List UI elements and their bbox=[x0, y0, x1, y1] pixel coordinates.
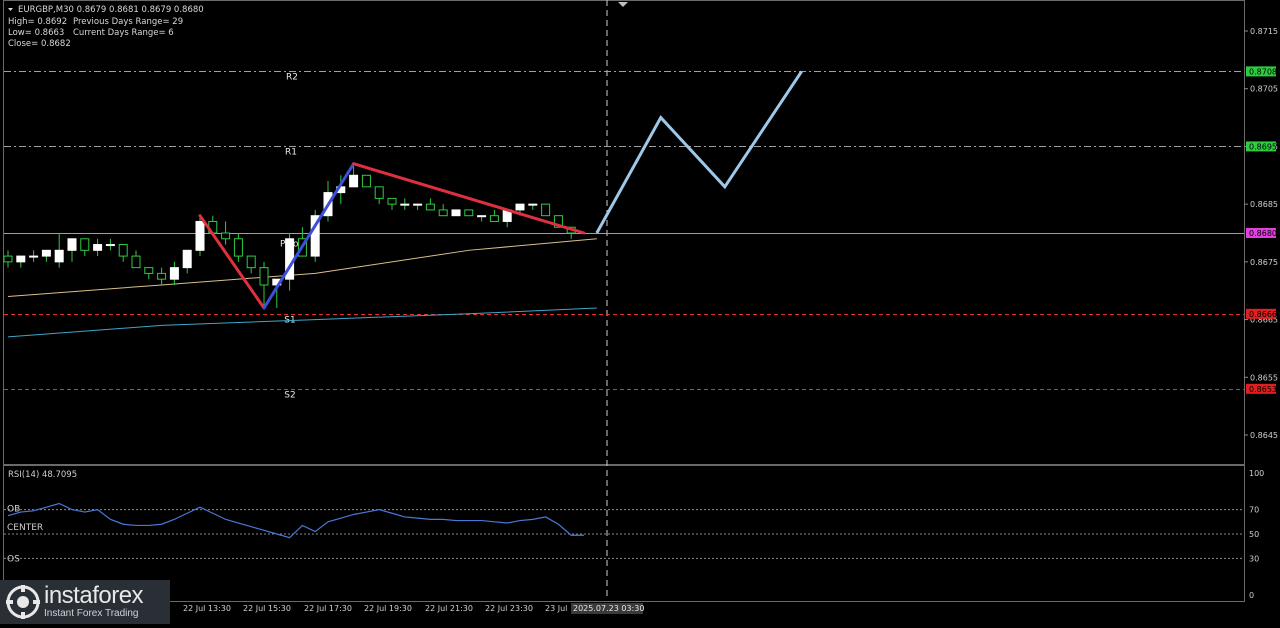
candle-body bbox=[489, 215, 499, 222]
candle-body bbox=[374, 186, 384, 199]
logo-text: instaforex Instant Forex Trading bbox=[44, 582, 144, 620]
candle-body bbox=[67, 238, 77, 251]
cursor-marker-icon bbox=[618, 2, 628, 7]
rsi-level-label-center: CENTER bbox=[7, 523, 43, 533]
time-tick-label: 22 Jul 19:30 bbox=[364, 604, 412, 613]
low-label: Low= 0.8663 bbox=[8, 28, 64, 38]
chart-header: EURGBP,M30 0.8679 0.8681 0.8679 0.8680 H… bbox=[8, 5, 204, 49]
instaforex-logo: instaforex Instant Forex Trading bbox=[0, 580, 170, 624]
rsi-tick-label: 50 bbox=[1249, 530, 1259, 539]
forecast-path bbox=[595, 70, 803, 234]
rsi-tick-label: 30 bbox=[1249, 554, 1259, 563]
price-tick-label: 0.8645 bbox=[1250, 431, 1278, 440]
zigzag-up-line bbox=[262, 162, 356, 310]
candle-body bbox=[515, 203, 525, 211]
candle-body bbox=[93, 244, 103, 251]
candle-body bbox=[387, 197, 397, 205]
candle-body bbox=[169, 267, 179, 280]
symbol-info: EURGBP,M30 0.8679 0.8681 0.8679 0.8680 bbox=[18, 5, 204, 15]
time-tick-label: 22 Jul 15:30 bbox=[243, 604, 291, 613]
rsi-panel: RSI(14) 48.7095OBCENTEROS1007050300 bbox=[4, 469, 1264, 600]
candle-body bbox=[233, 238, 243, 257]
candle-body bbox=[246, 255, 256, 269]
candle-body bbox=[182, 249, 192, 269]
time-cursor-label: 2025.07.23 03:30 bbox=[573, 604, 644, 613]
price-tag-text-r1: 0.8695 bbox=[1249, 142, 1277, 151]
pivot-label-s2: S2 bbox=[284, 391, 295, 401]
candle-body bbox=[477, 215, 487, 218]
prev-range-label: Previous Days Range= 29 bbox=[73, 17, 183, 27]
symbol-dropdown-icon[interactable] bbox=[8, 8, 13, 11]
candle-body bbox=[41, 249, 51, 257]
rsi-level-label-os: OS bbox=[7, 554, 20, 564]
candle-body bbox=[451, 209, 461, 217]
price-tick-label: 0.8655 bbox=[1250, 373, 1278, 382]
trading-chart[interactable]: EURGBP,M30 0.8679 0.8681 0.8679 0.8680 H… bbox=[0, 0, 1280, 624]
candle-body bbox=[425, 203, 435, 211]
current-range-label: Current Days Range= 6 bbox=[73, 28, 174, 38]
candle-body bbox=[118, 244, 128, 257]
price-tag-text-pivot: 0.8680 bbox=[1249, 229, 1277, 238]
candle-body bbox=[54, 249, 64, 263]
zigzag-lines bbox=[198, 162, 586, 310]
time-axis: 022 Jul 13:3022 Jul 15:3022 Jul 17:3022 … bbox=[163, 603, 644, 614]
time-tick-label: 22 Jul 17:30 bbox=[304, 604, 352, 613]
time-tick-label: 22 Jul 21:30 bbox=[425, 604, 473, 613]
price-tag-text-s1: 0.8666 bbox=[1249, 310, 1277, 319]
price-axis: 0.87150.87050.86950.86850.86750.86650.86… bbox=[1244, 27, 1278, 440]
time-tick-label: 22 Jul 23:30 bbox=[485, 604, 533, 613]
rsi-title: RSI(14) 48.7095 bbox=[8, 470, 77, 480]
time-tick-label: 23 Jul bbox=[545, 604, 567, 613]
price-tag-text-s2: 0.8653 bbox=[1249, 385, 1277, 394]
logo-brand: instaforex bbox=[44, 582, 144, 609]
ma-slow-line bbox=[7, 307, 597, 338]
candle-body bbox=[29, 255, 39, 258]
time-tick-label: 22 Jul 13:30 bbox=[183, 604, 231, 613]
candle-body bbox=[105, 244, 115, 247]
price-tick-label: 0.8675 bbox=[1250, 258, 1278, 267]
high-label: High= 0.8692 bbox=[8, 17, 67, 27]
candles bbox=[3, 163, 576, 309]
candle-body bbox=[464, 209, 474, 217]
candle-body bbox=[16, 255, 26, 263]
chart-svg[interactable]: EURGBP,M30 0.8679 0.8681 0.8679 0.8680 H… bbox=[0, 0, 1280, 624]
candle-body bbox=[195, 220, 205, 251]
candle-body bbox=[361, 174, 371, 188]
rsi-line bbox=[7, 502, 584, 539]
price-tag-text-r2: 0.8708 bbox=[1249, 67, 1277, 76]
candle-body bbox=[3, 255, 13, 263]
forecast-line bbox=[595, 70, 803, 234]
rsi-tick-label: 100 bbox=[1249, 469, 1264, 478]
rsi-tick-label: 0 bbox=[1249, 591, 1254, 600]
logo-tagline: Instant Forex Trading bbox=[44, 608, 139, 619]
price-tick-label: 0.8715 bbox=[1250, 27, 1278, 36]
instaforex-logo-icon bbox=[6, 585, 40, 619]
candle-body bbox=[413, 203, 423, 206]
pivot-lines: R2R1PivotS1S2 bbox=[4, 71, 1244, 401]
candle-body bbox=[221, 232, 231, 240]
chart-frame bbox=[3, 0, 1245, 602]
price-tick-label: 0.8685 bbox=[1250, 200, 1278, 209]
candle-body bbox=[259, 267, 269, 286]
price-panel-border bbox=[3, 0, 1245, 465]
candle-body bbox=[541, 203, 551, 217]
candle-body bbox=[157, 272, 167, 280]
candle-body bbox=[438, 209, 448, 217]
rsi-tick-label: 70 bbox=[1249, 506, 1259, 515]
candle-body bbox=[349, 174, 359, 188]
candle-body bbox=[144, 267, 154, 274]
pivot-label-r2: R2 bbox=[286, 73, 298, 83]
candle-body bbox=[528, 203, 538, 206]
candle-body bbox=[80, 238, 90, 251]
pivot-label-r1: R1 bbox=[285, 148, 297, 158]
candle-body bbox=[131, 255, 141, 269]
price-tick-label: 0.8705 bbox=[1250, 85, 1278, 94]
candle-body bbox=[400, 203, 410, 206]
close-label: Close= 0.8682 bbox=[8, 39, 71, 49]
